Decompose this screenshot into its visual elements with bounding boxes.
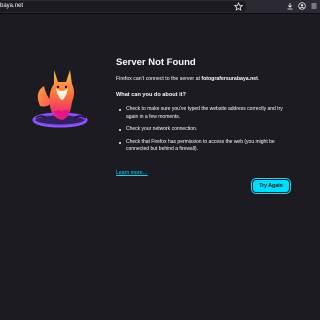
star-icon[interactable] xyxy=(234,2,243,11)
list-item: Check that Firefox has permission to acc… xyxy=(119,139,296,154)
menu-icon[interactable] xyxy=(310,2,318,10)
browser-toolbar: baya.net xyxy=(0,0,320,14)
list-item: Check your network connection. xyxy=(119,126,296,134)
section-heading: What can you do about it? xyxy=(116,92,186,98)
account-icon[interactable] xyxy=(298,2,306,10)
error-text: Server Not Found Firefox can’t connect t… xyxy=(116,57,296,159)
try-again-button[interactable]: Try Again xyxy=(253,180,289,192)
error-description-suffix: . xyxy=(257,76,260,82)
address-bar-url[interactable]: baya.net xyxy=(0,2,23,11)
tips-list: Check to make sure you’ve typed the webs… xyxy=(116,106,296,154)
error-description: Firefox can’t connect to the server at f… xyxy=(116,76,296,83)
learn-more-link[interactable]: Learn more… xyxy=(116,169,148,177)
address-bar[interactable]: baya.net xyxy=(0,1,246,12)
firefox-illustration xyxy=(32,70,88,128)
error-description-prefix: Firefox can’t connect to the server at xyxy=(116,76,202,82)
error-host: fotografersurabaya.net xyxy=(201,76,258,82)
page-title: Server Not Found xyxy=(116,57,196,68)
download-icon[interactable] xyxy=(286,2,294,10)
list-item: Check to make sure you’ve typed the webs… xyxy=(119,106,296,121)
